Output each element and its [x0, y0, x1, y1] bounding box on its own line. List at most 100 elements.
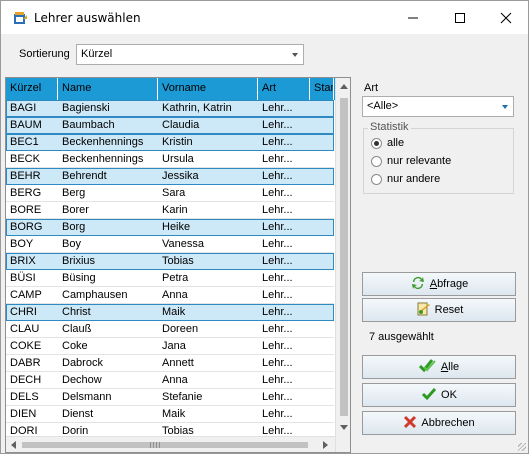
table-row[interactable]: DIEN Dienst Maik Lehr...: [6, 406, 334, 423]
radio-nur-andere[interactable]: nur andere: [371, 173, 440, 185]
column-header-stand[interactable]: Stan: [310, 78, 334, 100]
table-cell-name: Christ: [62, 306, 91, 318]
resize-grip[interactable]: [518, 443, 526, 451]
table-cell-vorname: Anna: [162, 374, 188, 386]
table-cell-vorname: Doreen: [162, 323, 199, 335]
table-cell-vorname: Claudia: [162, 119, 200, 131]
maximize-button[interactable]: [437, 1, 483, 34]
table-cell-name: Boy: [62, 238, 81, 250]
table-cell-art: Lehr...: [262, 357, 293, 369]
table-row[interactable]: CAMP Camphausen Anna Lehr...: [6, 287, 334, 304]
table-cell-kuerzel: BÜSI: [10, 272, 36, 284]
art-label: Art: [364, 82, 379, 94]
table-row[interactable]: BRIX Brixius Tobias Lehr...: [6, 253, 334, 270]
horizontal-scrollbar[interactable]: [6, 436, 335, 452]
table-cell-kuerzel: COKE: [10, 340, 42, 352]
close-button[interactable]: [483, 1, 529, 34]
table-cell-stand: [310, 100, 334, 116]
reset-button[interactable]: Reset: [362, 298, 516, 322]
sort-dropdown[interactable]: Kürzel: [76, 44, 304, 65]
radio-indicator[interactable]: [371, 173, 382, 185]
scroll-up-icon[interactable]: [340, 84, 348, 89]
table-cell-art: Lehr...: [262, 136, 293, 148]
table-cell-vorname: Maik: [162, 408, 186, 420]
vertical-scrollbar[interactable]: [335, 78, 350, 452]
scroll-right-icon[interactable]: [323, 441, 328, 449]
reset-icon: [415, 301, 431, 320]
art-dropdown[interactable]: <Alle>: [362, 96, 514, 117]
alle-label: Alle: [440, 361, 460, 373]
ok-button[interactable]: OK: [362, 383, 516, 407]
table-cell-art: Lehr...: [262, 289, 293, 301]
table-cell-vorname: Anna: [162, 289, 188, 301]
table-cell-kuerzel: DIEN: [10, 408, 37, 420]
scroll-left-icon[interactable]: [11, 441, 16, 449]
column-header-name[interactable]: Name: [58, 78, 158, 100]
minimize-icon: [408, 17, 418, 18]
table-row[interactable]: BERG Berg Sara Lehr...: [6, 185, 334, 202]
table-cell-kuerzel: DECH: [10, 374, 42, 386]
table-cell-name: Dienst: [62, 408, 94, 420]
table-row[interactable]: BORE Borer Karin Lehr...: [6, 202, 334, 219]
table-cell-stand: [310, 406, 334, 422]
table-row[interactable]: BORG Borg Heike Lehr...: [6, 219, 334, 236]
table-cell-stand: [310, 287, 334, 303]
table-row[interactable]: BÜSI Büsing Petra Lehr...: [6, 270, 334, 287]
table-row[interactable]: BOY Boy Vanessa Lehr...: [6, 236, 334, 253]
table-cell-stand: [310, 355, 334, 371]
table-cell-stand: [310, 321, 334, 337]
table-row[interactable]: COKE Coke Jana Lehr...: [6, 338, 334, 355]
chevron-down-icon: [292, 53, 298, 57]
double-check-icon: [418, 358, 437, 377]
table-row[interactable]: BAGI Bagienski Kathrin, Katrin Lehr...: [6, 100, 334, 117]
table-cell-stand: [310, 134, 334, 150]
table-cell-name: Coke: [62, 340, 88, 352]
radio-nur-relevante[interactable]: nur relevante: [371, 155, 451, 167]
cancel-icon: [403, 415, 417, 432]
table-cell-kuerzel: BAUM: [10, 119, 42, 131]
table-body: BAGI Bagienski Kathrin, Katrin Lehr... BAUM B…: [6, 100, 334, 440]
table-cell-stand: [310, 151, 334, 167]
reset-label: Reset: [434, 304, 464, 316]
table-header: Kürzel Name Vorname Art Stan: [6, 78, 346, 100]
table-cell-art: Lehr...: [262, 272, 293, 284]
table-row[interactable]: BEC1 Beckenhennings Kristin Lehr...: [6, 134, 334, 151]
statistik-label: Statistik: [368, 121, 411, 133]
table-cell-vorname: Karin: [162, 204, 188, 216]
column-header-vorname[interactable]: Vorname: [158, 78, 258, 100]
radio-alle[interactable]: alle: [371, 137, 404, 149]
table-row[interactable]: BEHR Behrendt Jessika Lehr...: [6, 168, 334, 185]
column-header-kuerzel[interactable]: Kürzel: [6, 78, 58, 100]
table-cell-vorname: Kristin: [162, 136, 193, 148]
radio-indicator[interactable]: [371, 137, 382, 149]
horizontal-scroll-thumb[interactable]: [22, 442, 308, 448]
table-cell-art: Lehr...: [262, 238, 293, 250]
table-cell-name: Beckenhennings: [62, 136, 144, 148]
table-row[interactable]: BAUM Baumbach Claudia Lehr...: [6, 117, 334, 134]
table-cell-stand: [310, 202, 334, 218]
table-cell-art: Lehr...: [262, 323, 293, 335]
vertical-scroll-thumb[interactable]: [340, 98, 348, 416]
table-cell-name: Bagienski: [62, 102, 110, 114]
table-cell-stand: [310, 253, 334, 269]
abfrage-button[interactable]: Abfrage: [362, 272, 516, 296]
table-row[interactable]: CLAU Clauß Doreen Lehr...: [6, 321, 334, 338]
alle-button[interactable]: Alle: [362, 355, 516, 379]
table-cell-art: Lehr...: [262, 221, 293, 233]
table-row[interactable]: DECH Dechow Anna Lehr...: [6, 372, 334, 389]
table-cell-stand: [310, 270, 334, 286]
table-cell-vorname: Vanessa: [162, 238, 204, 250]
column-header-art[interactable]: Art: [258, 78, 310, 100]
art-value: <Alle>: [367, 100, 399, 112]
table-row[interactable]: BECK Beckenhennings Ursula Lehr...: [6, 151, 334, 168]
table-row[interactable]: DABR Dabrock Annett Lehr...: [6, 355, 334, 372]
minimize-button[interactable]: [390, 1, 436, 34]
table-cell-art: Lehr...: [262, 170, 293, 182]
abfrage-label: Abfrage: [429, 278, 469, 290]
table-row[interactable]: CHRI Christ Maik Lehr...: [6, 304, 334, 321]
scroll-down-icon[interactable]: [340, 425, 348, 430]
radio-indicator[interactable]: [371, 155, 382, 167]
abbrechen-button[interactable]: Abbrechen: [362, 411, 516, 435]
table-cell-kuerzel: CAMP: [10, 289, 42, 301]
table-row[interactable]: DELS Delsmann Stefanie Lehr...: [6, 389, 334, 406]
